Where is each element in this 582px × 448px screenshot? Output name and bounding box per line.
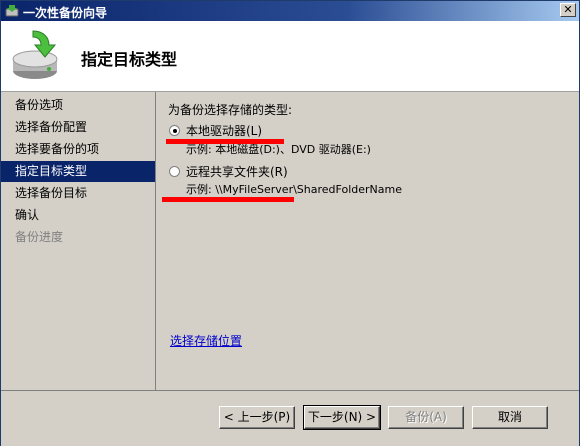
sidebar-item-select-items[interactable]: 选择要备份的项: [1, 139, 155, 160]
sidebar-item-select-target[interactable]: 选择备份目标: [1, 183, 155, 204]
remote-share-example: 示例: \\MyFileServer\SharedFolderName: [186, 183, 402, 196]
remote-share-radio[interactable]: [169, 166, 180, 177]
backup-button: 备份(A): [388, 406, 464, 429]
sidebar-item-destination-type[interactable]: 指定目标类型: [1, 161, 155, 182]
close-button[interactable]: ✕: [560, 3, 576, 17]
wizard-footer: < 上一步(P) 下一步(N) > 备份(A) 取消: [1, 390, 579, 446]
local-drive-radio[interactable]: [169, 125, 180, 136]
sidebar-item-select-config[interactable]: 选择备份配置: [1, 117, 155, 138]
page-title: 指定目标类型: [81, 50, 178, 69]
cancel-button[interactable]: 取消: [472, 406, 548, 429]
backup-drive-icon: [12, 30, 58, 79]
close-icon: ✕: [563, 3, 573, 16]
radio-selected-dot: [173, 129, 177, 133]
wizard-header: 指定目标类型: [1, 21, 579, 92]
wizard-steps-sidebar: 备份选项 选择备份配置 选择要备份的项 指定目标类型 选择备份目标 确认 备份进…: [1, 92, 156, 390]
back-button[interactable]: < 上一步(P): [219, 406, 295, 429]
sidebar-item-confirm[interactable]: 确认: [1, 205, 155, 226]
local-drive-label[interactable]: 本地驱动器(L): [186, 122, 262, 139]
sidebar-item-progress: 备份进度: [15, 230, 64, 244]
title-bar[interactable]: 一次性备份向导 ✕: [1, 1, 579, 21]
select-storage-location-link[interactable]: 选择存储位置: [170, 332, 242, 349]
next-button[interactable]: 下一步(N) >: [303, 405, 381, 430]
storage-type-prompt: 为备份选择存储的类型:: [168, 103, 293, 117]
sidebar-item-backup-options[interactable]: 备份选项: [1, 95, 155, 116]
redaction-mark: [162, 197, 294, 202]
remote-share-label[interactable]: 远程共享文件夹(R): [186, 163, 288, 180]
backup-app-icon: [5, 5, 19, 17]
wizard-content: 为备份选择存储的类型: 本地驱动器(L) 示例: 本地磁盘(D:)、DVD 驱动…: [156, 92, 579, 390]
window-title: 一次性备份向导: [23, 6, 108, 20]
redaction-mark: [166, 139, 284, 144]
wizard-window: 一次性备份向导 ✕ 指定目标类型 备份选项 选择备份配置 选择要备份的项 指定目…: [0, 0, 580, 446]
